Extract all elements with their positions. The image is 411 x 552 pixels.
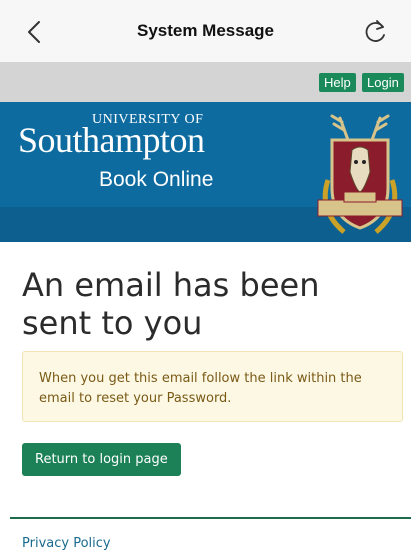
help-button[interactable]: Help bbox=[319, 73, 356, 92]
footer-divider bbox=[10, 517, 411, 519]
university-logo-text: Southampton bbox=[18, 120, 205, 160]
banner-subtitle: Book Online bbox=[99, 168, 214, 191]
header-banner: UNIVERSITY OF Southampton Book Online bbox=[0, 102, 411, 242]
reload-icon[interactable] bbox=[363, 18, 389, 44]
privacy-policy-link[interactable]: Privacy Policy bbox=[22, 536, 111, 551]
team-southampton-crest-icon bbox=[317, 114, 403, 234]
info-alert: When you get this email follow the link … bbox=[22, 351, 403, 422]
page-title: System Message bbox=[136, 21, 275, 40]
top-toolbar: Help Login bbox=[0, 62, 411, 102]
alert-text: When you get this email follow the link … bbox=[39, 371, 362, 406]
back-chevron-icon[interactable] bbox=[24, 20, 46, 44]
main-heading: An email has been sent to you bbox=[22, 266, 320, 342]
navigation-bar: System Message bbox=[0, 0, 411, 62]
login-button[interactable]: Login bbox=[362, 73, 404, 92]
return-to-login-button[interactable]: Return to login page bbox=[22, 443, 181, 476]
